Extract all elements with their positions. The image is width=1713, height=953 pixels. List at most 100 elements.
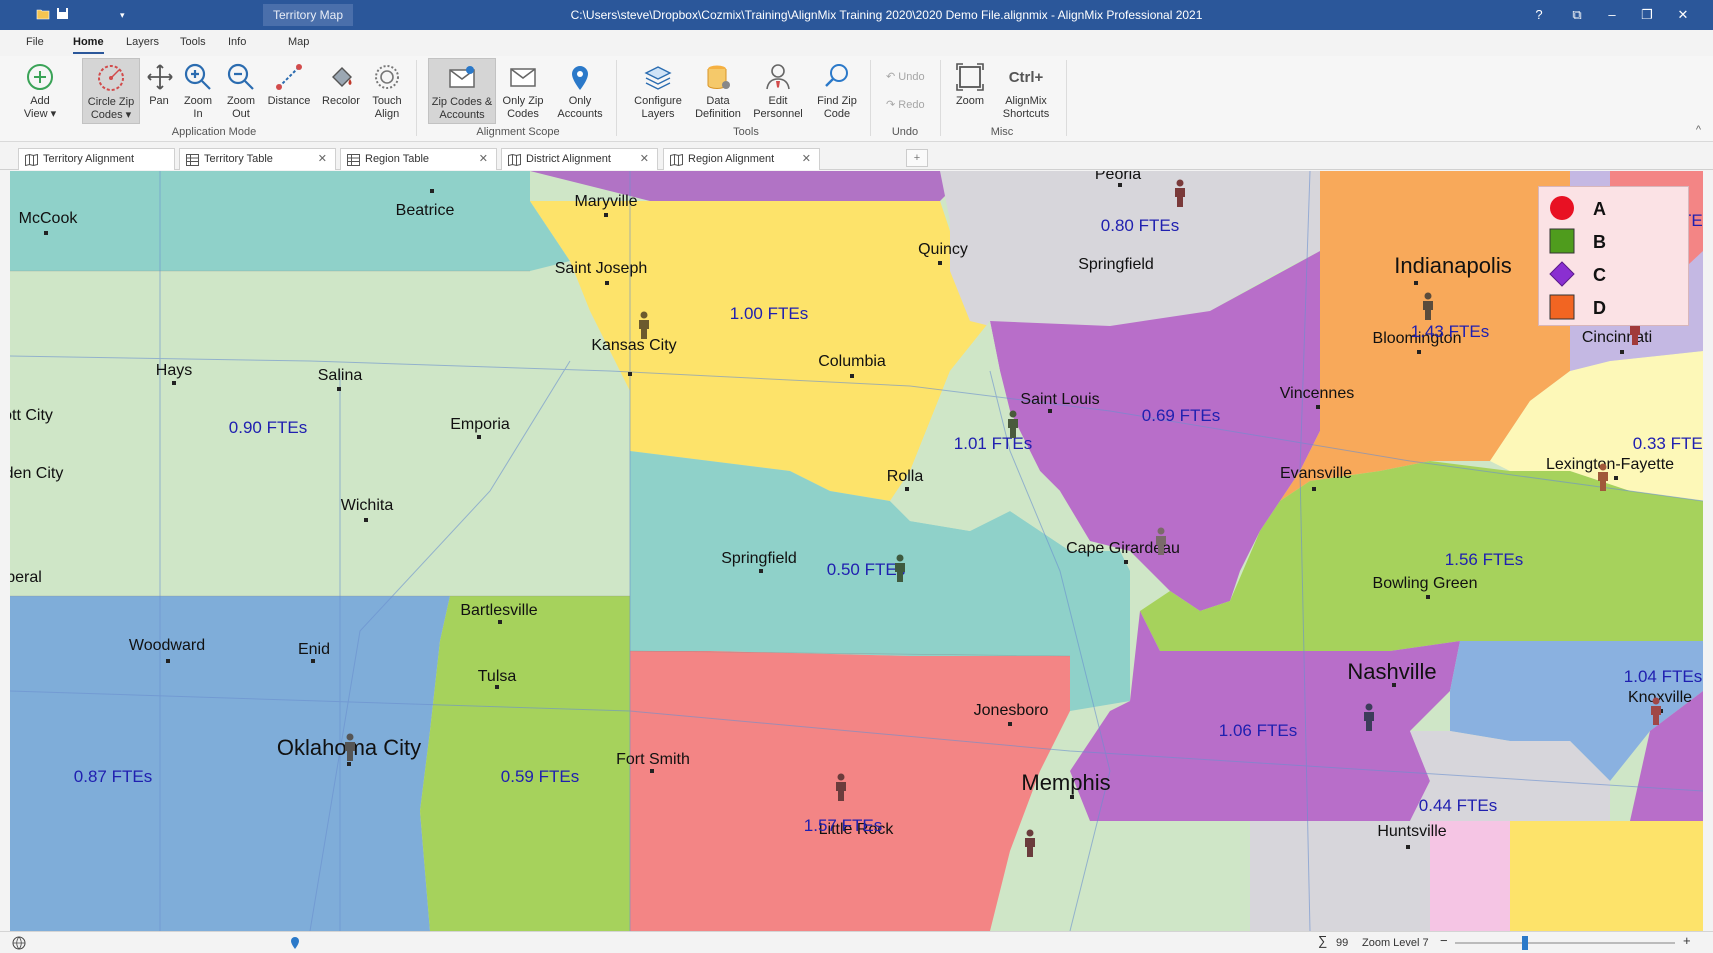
rep-person-icon[interactable]	[1155, 527, 1167, 555]
city-marker	[905, 487, 909, 491]
configure-layers-button[interactable]: Configure Layers	[632, 58, 684, 124]
only-accounts-button[interactable]: Only Accounts	[552, 58, 608, 124]
doc-tab-region-table[interactable]: Region Table ✕	[340, 148, 497, 170]
maximize-button[interactable]: ❐	[1630, 0, 1664, 30]
distance-button[interactable]: Distance	[266, 58, 312, 124]
zoom-plus-button[interactable]: +	[1683, 934, 1691, 948]
map-icon	[25, 153, 38, 167]
rep-person-icon[interactable]	[1597, 463, 1609, 491]
group-label-undo: Undo	[891, 126, 919, 138]
territory-fte-label: 0.87 FTEs	[73, 767, 153, 786]
zoom-in-button[interactable]: Zoom In	[180, 58, 216, 124]
new-tab-button[interactable]: +	[906, 149, 928, 167]
territory-fte-label: 0.90 FTEs	[228, 418, 308, 437]
tab-layers[interactable]: Layers	[126, 34, 159, 50]
close-tab-icon[interactable]: ✕	[318, 149, 327, 169]
ribbon-tabs: File Home Layers Tools Info Map	[0, 30, 1713, 56]
pan-arrows-icon	[144, 61, 174, 95]
zoom-level-label: Zoom Level 7	[1362, 937, 1429, 949]
zoom-in-icon	[180, 61, 216, 95]
alignmix-shortcuts-button[interactable]: Ctrl+ AlignMix Shortcuts	[996, 58, 1056, 124]
rep-person-icon[interactable]	[1650, 697, 1662, 725]
help-button[interactable]: ?	[1522, 0, 1556, 30]
rep-person-icon[interactable]	[638, 311, 650, 339]
city-label: Woodward	[128, 637, 206, 654]
territory-fte-label: 0.33 FTEs	[1632, 434, 1703, 453]
tab-file[interactable]: File	[26, 34, 44, 50]
territory-fte-label: 0.44 FTEs	[1418, 796, 1498, 815]
city-marker	[337, 387, 341, 391]
city-label: Hays	[155, 362, 193, 379]
legend-diamond-icon	[1549, 261, 1575, 287]
rep-person-icon[interactable]	[1363, 703, 1375, 731]
close-tab-icon[interactable]: ✕	[479, 149, 488, 169]
recolor-button[interactable]: Recolor	[320, 58, 362, 124]
zoom-slider-track[interactable]	[1455, 942, 1675, 944]
city-label: Vincennes	[1279, 385, 1355, 402]
close-button[interactable]: ✕	[1666, 0, 1700, 30]
data-definition-button[interactable]: Data Definition	[692, 58, 744, 124]
location-pin-icon[interactable]	[290, 936, 300, 953]
zoom-slider-thumb[interactable]	[1522, 936, 1529, 950]
city-label: Jonesboro	[973, 702, 1049, 719]
city-marker	[1048, 409, 1052, 413]
rep-person-icon[interactable]	[1422, 292, 1434, 320]
edit-personnel-button[interactable]: Edit Personnel	[750, 58, 806, 124]
city-marker	[1414, 281, 1418, 285]
city-marker	[628, 372, 632, 376]
zoom-minus-button[interactable]: −	[1440, 934, 1448, 948]
doc-tab-territory-table[interactable]: Territory Table ✕	[179, 148, 336, 170]
only-zip-codes-button[interactable]: Only Zip Codes	[500, 58, 546, 124]
redo-button[interactable]: ↷ Redo	[886, 98, 925, 111]
city-label: Tulsa	[477, 668, 517, 685]
city-label: Springfield	[1078, 256, 1154, 273]
rep-person-icon[interactable]	[835, 773, 847, 801]
rep-person-icon[interactable]	[1024, 829, 1036, 857]
city-marker	[850, 374, 854, 378]
tab-home[interactable]: Home	[73, 34, 104, 54]
doc-tab-region-alignment[interactable]: Region Alignment ✕	[663, 148, 820, 170]
ribbon-display-options-icon[interactable]: ⧉	[1560, 0, 1594, 30]
tab-tools[interactable]: Tools	[180, 34, 206, 50]
close-tab-icon[interactable]: ✕	[640, 149, 649, 169]
rep-person-icon[interactable]	[344, 733, 356, 761]
territory-map[interactable]: Peoria McCook Beatrice Maryville Quincy Sprin…	[10, 171, 1703, 931]
zoom-extent-button[interactable]: Zoom	[952, 58, 988, 124]
city-marker	[430, 189, 434, 193]
doc-tab-label: District Alignment	[526, 153, 611, 165]
zoom-out-button[interactable]: Zoom Out	[222, 58, 260, 124]
keyboard-shortcut-icon: Ctrl+	[1008, 69, 1044, 86]
doc-tab-district-alignment[interactable]: District Alignment ✕	[501, 148, 658, 170]
zip-codes-accounts-button[interactable]: Zip Codes & Accounts	[428, 58, 496, 124]
city-marker	[604, 213, 608, 217]
rep-person-icon[interactable]	[894, 554, 906, 582]
close-tab-icon[interactable]: ✕	[802, 149, 811, 169]
title-bar: ▾ Territory Map C:\Users\steve\Dropbox\C…	[0, 0, 1713, 30]
rep-person-icon[interactable]	[1007, 410, 1019, 438]
customize-quick-access-icon[interactable]: ▾	[120, 7, 125, 23]
circle-zip-codes-button[interactable]: Circle Zip Codes ▾	[82, 58, 140, 124]
city-label: Lexington-Fayette	[1545, 456, 1675, 473]
open-folder-icon[interactable]	[36, 7, 50, 24]
add-view-button[interactable]: Add View ▾	[18, 58, 62, 124]
touch-circle-icon	[368, 61, 406, 95]
city-marker	[1614, 476, 1618, 480]
globe-icon[interactable]	[12, 936, 26, 953]
find-zip-code-button[interactable]: Find Zip Code	[812, 58, 862, 124]
save-icon[interactable]	[56, 7, 69, 24]
minimize-button[interactable]: –	[1595, 0, 1629, 30]
touch-align-button[interactable]: Touch Align	[368, 58, 406, 124]
tab-info[interactable]: Info	[228, 34, 246, 50]
city-label: Emporia	[450, 416, 510, 433]
rep-person-icon[interactable]	[1174, 179, 1186, 207]
pan-button[interactable]: Pan	[144, 58, 174, 124]
collapse-ribbon-icon[interactable]: ^	[1696, 124, 1701, 136]
city-label: ott City	[10, 407, 53, 424]
city-label: McCook	[18, 210, 78, 227]
doc-tab-territory-alignment[interactable]: Territory Alignment	[18, 148, 175, 170]
city-label: Kansas City	[591, 337, 677, 354]
tab-map[interactable]: Map	[288, 34, 309, 50]
city-label: Salina	[317, 367, 363, 384]
undo-button[interactable]: ↶ Undo	[886, 70, 925, 83]
legend-square-icon	[1549, 228, 1575, 254]
